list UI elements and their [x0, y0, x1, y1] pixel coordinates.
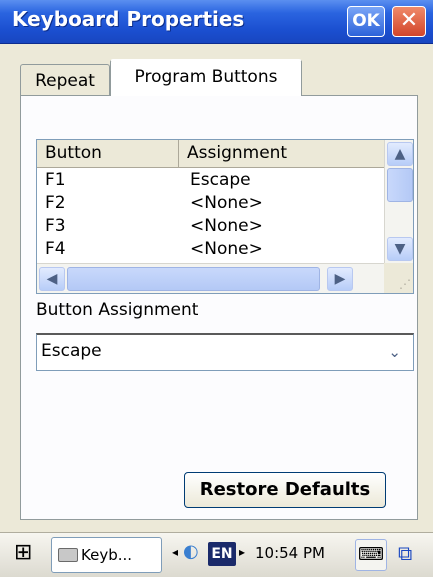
button-cell: F1 [45, 170, 66, 190]
tray-right-arrow-icon[interactable]: ▸ [239, 545, 245, 559]
scroll-right-icon[interactable]: ▶ [327, 267, 353, 291]
scroll-down-icon[interactable]: ▼ [387, 237, 413, 261]
chevron-down-icon[interactable]: ⌄ [388, 343, 401, 361]
assignment-cell: <None> [190, 193, 263, 213]
button-assignment-select[interactable]: Escape ⌄ [36, 333, 414, 371]
title-bar: Keyboard Properties OK ✕ [0, 0, 433, 44]
assignment-cell: <None> [190, 216, 263, 236]
column-header-button[interactable]: Button [37, 140, 179, 168]
column-header-assignment[interactable]: Assignment [179, 140, 384, 168]
ok-button[interactable]: OK [347, 6, 385, 37]
switch-windows-icon[interactable]: ⧉ [398, 541, 412, 565]
task-button-keyboard[interactable]: Keyb... [51, 537, 162, 573]
list-item[interactable]: F1 Escape [37, 170, 384, 193]
button-assignment-label: Button Assignment [36, 300, 199, 320]
button-list[interactable]: Button Assignment F1 Escape F2 <None> F3… [36, 139, 414, 294]
keyboard-icon[interactable]: ⌨ [355, 539, 387, 571]
vertical-scroll-thumb[interactable] [387, 168, 413, 202]
start-icon[interactable]: ⊞ [14, 540, 32, 565]
input-language-indicator[interactable]: EN [208, 542, 236, 566]
tray-left-arrow-icon[interactable]: ◂ [172, 545, 178, 559]
close-button[interactable]: ✕ [392, 6, 426, 37]
window-title: Keyboard Properties [12, 7, 245, 31]
task-label: Keyb... [81, 546, 133, 564]
horizontal-scrollbar[interactable]: ◀ ▶ [37, 263, 384, 293]
vertical-scrollbar[interactable]: ▲ ▼ [384, 140, 413, 263]
resize-grip-icon: ⋰ [384, 263, 413, 293]
horizontal-scroll-thumb[interactable] [67, 267, 320, 291]
button-cell: F2 [45, 193, 66, 213]
list-item[interactable]: F3 <None> [37, 216, 384, 239]
list-item[interactable]: F2 <None> [37, 193, 384, 216]
tab-program-buttons[interactable]: Program Buttons [110, 59, 302, 96]
assignment-cell: Escape [190, 170, 251, 190]
taskbar: ⊞ Keyb... ◂ ◐ EN ▸ 10:54 PM ⌨ ⧉ [0, 532, 433, 577]
button-cell: F3 [45, 216, 66, 236]
selected-assignment: Escape [41, 341, 102, 361]
list-item[interactable]: F4 <None> [37, 239, 384, 262]
scroll-up-icon[interactable]: ▲ [387, 142, 413, 166]
tab-repeat[interactable]: Repeat [20, 64, 110, 95]
clock[interactable]: 10:54 PM [255, 544, 325, 562]
assignment-cell: <None> [190, 239, 263, 259]
list-header: Button Assignment [37, 140, 384, 168]
scroll-left-icon[interactable]: ◀ [39, 267, 65, 291]
restore-defaults-button[interactable]: Restore Defaults [184, 472, 386, 508]
network-icon[interactable]: ◐ [183, 541, 199, 562]
keyboard-app-icon [58, 548, 78, 562]
button-cell: F4 [45, 239, 66, 259]
